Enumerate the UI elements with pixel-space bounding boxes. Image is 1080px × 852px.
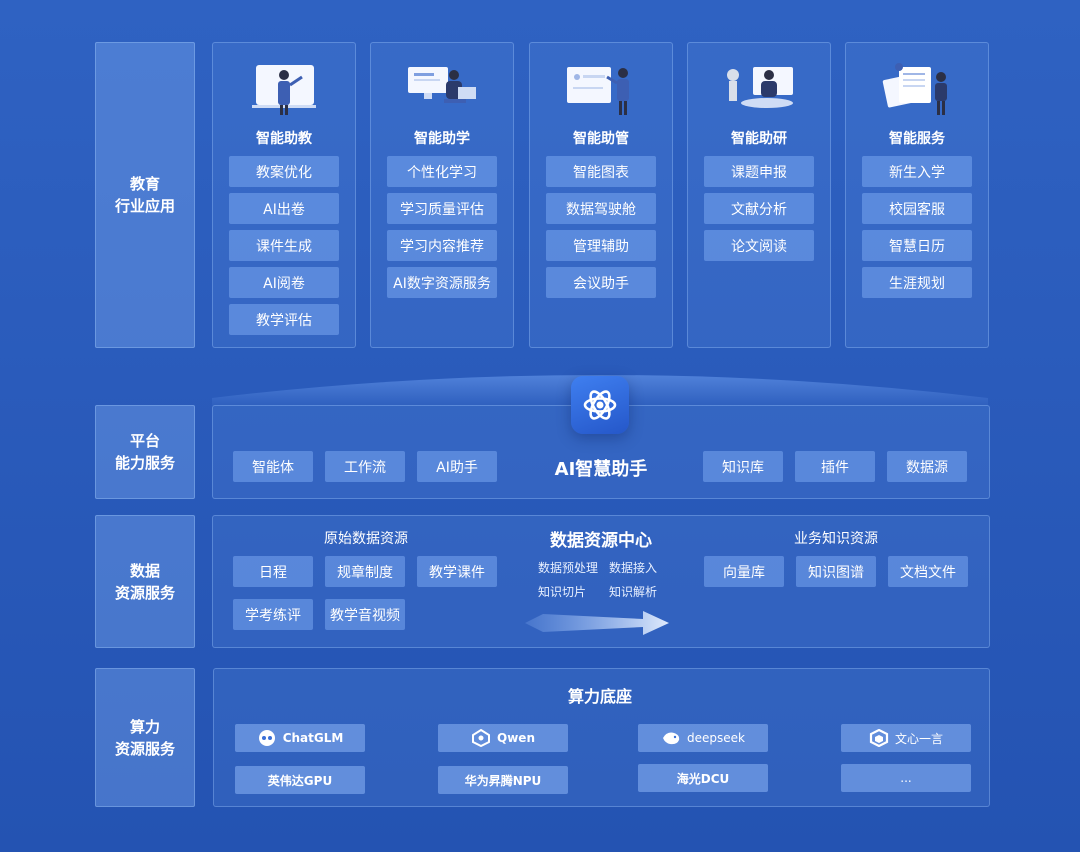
- deepseek-whale-icon: [663, 732, 680, 745]
- layer-label-data: 数据 资源服务: [95, 515, 195, 648]
- app-column-smart-service: 智能服务 新生入学 校园客服 智慧日历 生涯规划: [845, 42, 989, 348]
- process-step: 数据预处理: [538, 561, 599, 575]
- raw-data-item[interactable]: 学考练评: [233, 599, 313, 630]
- model-name: ChatGLM: [282, 731, 344, 745]
- chatglm-logo-icon: [258, 730, 275, 746]
- app-column-title: 智能助研: [731, 131, 787, 147]
- app-item[interactable]: 课件生成: [229, 230, 339, 261]
- ai-assistant-logo: [571, 376, 629, 434]
- biz-knowledge-item[interactable]: 向量库: [704, 556, 784, 587]
- model-wenxin[interactable]: 文心一言: [841, 724, 971, 752]
- hardware-item[interactable]: 华为昇腾NPU: [438, 766, 568, 794]
- hardware-item[interactable]: ...: [841, 764, 971, 792]
- process-step: 数据接入: [609, 561, 658, 575]
- layer-label-line2: 资源服务: [114, 583, 175, 602]
- app-item[interactable]: 论文阅读: [704, 230, 814, 261]
- app-item[interactable]: 文献分析: [704, 193, 814, 224]
- biz-knowledge-item[interactable]: 文档文件: [888, 556, 968, 587]
- app-column-research-assistant: 智能助研 课题申报 文献分析 论文阅读: [687, 42, 831, 348]
- model-chatglm[interactable]: ChatGLM: [235, 724, 365, 752]
- compute-panel: 算力底座 ChatGLM Qwen deepseek 文心一言 英伟达GPU 华…: [213, 668, 990, 807]
- app-column-title: 智能助教: [256, 131, 312, 147]
- layer-label-line1: 数据: [129, 561, 160, 580]
- app-item[interactable]: AI出卷: [229, 193, 339, 224]
- model-deepseek[interactable]: deepseek: [638, 724, 768, 752]
- layer-label-line2: 能力服务: [114, 454, 175, 472]
- platform-right-item[interactable]: 插件: [795, 451, 875, 482]
- app-column-learning-assistant: 智能助学 个性化学习 学习质量评估 学习内容推荐 AI数字资源服务: [370, 42, 514, 348]
- platform-left-item[interactable]: 智能体: [233, 451, 313, 482]
- app-column-title: 智能助学: [414, 131, 470, 147]
- app-item[interactable]: 学习内容推荐: [387, 230, 497, 261]
- compute-title: 算力底座: [567, 687, 632, 706]
- app-item[interactable]: 校园客服: [862, 193, 972, 224]
- app-item[interactable]: 智能图表: [546, 156, 656, 187]
- app-column-title: 智能服务: [889, 131, 945, 147]
- app-item[interactable]: 学习质量评估: [387, 193, 497, 224]
- platform-right-item[interactable]: 知识库: [703, 451, 783, 482]
- platform-left-item[interactable]: AI助手: [417, 451, 497, 482]
- platform-right-item[interactable]: 数据源: [887, 451, 967, 482]
- app-item[interactable]: 教学评估: [229, 304, 339, 335]
- app-item[interactable]: 会议助手: [546, 267, 656, 298]
- layer-label-line1: 教育: [129, 175, 160, 193]
- process-step: 知识解析: [609, 585, 658, 599]
- qwen-logo-icon: [472, 729, 491, 747]
- app-item[interactable]: AI阅卷: [229, 267, 339, 298]
- raw-data-title: 原始数据资源: [324, 531, 408, 547]
- wenxin-logo-icon: [869, 729, 889, 747]
- data-center-title: 数据资源中心: [550, 531, 652, 551]
- model-name: deepseek: [687, 731, 745, 745]
- app-item[interactable]: 生涯规划: [862, 267, 972, 298]
- biz-knowledge-item[interactable]: 知识图谱: [796, 556, 876, 587]
- app-column-title: 智能助管: [573, 131, 629, 147]
- model-name: 文心一言: [894, 731, 943, 746]
- layer-label-line1: 算力: [129, 717, 160, 736]
- raw-data-item[interactable]: 教学课件: [417, 556, 497, 587]
- app-item[interactable]: 个性化学习: [387, 156, 497, 187]
- process-step: 知识切片: [538, 585, 587, 599]
- service-documents-icon: [882, 63, 947, 115]
- teacher-board-icon: [252, 65, 316, 115]
- raw-data-item[interactable]: 日程: [233, 556, 313, 587]
- biz-knowledge-title: 业务知识资源: [794, 531, 878, 547]
- app-item[interactable]: 智慧日历: [862, 230, 972, 261]
- app-item[interactable]: 教案优化: [229, 156, 339, 187]
- layer-label-line2: 资源服务: [114, 739, 175, 758]
- data-resource-panel: 原始数据资源 日程 规章制度 教学课件 学考练评 教学音视频 数据资源中心 数据…: [212, 515, 990, 648]
- model-qwen[interactable]: Qwen: [438, 724, 568, 752]
- app-item[interactable]: AI数字资源服务: [387, 267, 497, 298]
- student-computer-icon: [408, 67, 476, 103]
- platform-title: AI智慧助手: [554, 459, 648, 480]
- app-item[interactable]: 数据驾驶舱: [546, 193, 656, 224]
- app-item[interactable]: 课题申报: [704, 156, 814, 187]
- app-item[interactable]: 管理辅助: [546, 230, 656, 261]
- layer-label-line2: 行业应用: [114, 197, 175, 215]
- raw-data-item[interactable]: 规章制度: [325, 556, 405, 587]
- app-column-management-assistant: 智能助管 智能图表 数据驾驶舱 管理辅助 会议助手: [529, 42, 673, 348]
- layer-label-platform: 平台 能力服务: [95, 405, 195, 499]
- researcher-desk-icon: [727, 67, 793, 108]
- layer-label-education: 教育 行业应用: [95, 42, 195, 348]
- model-name: Qwen: [497, 731, 535, 745]
- atom-icon: [583, 390, 617, 420]
- layer-label-compute: 算力 资源服务: [95, 668, 195, 807]
- platform-left-item[interactable]: 工作流: [325, 451, 405, 482]
- flow-arrow-icon: [525, 611, 669, 635]
- app-item[interactable]: 新生入学: [862, 156, 972, 187]
- hardware-item[interactable]: 海光DCU: [638, 764, 768, 792]
- hardware-item[interactable]: 英伟达GPU: [235, 766, 365, 794]
- raw-data-item[interactable]: 教学音视频: [325, 599, 405, 630]
- layer-label-line1: 平台: [129, 432, 160, 450]
- presenter-screen-icon: [567, 67, 629, 115]
- app-column-teaching-assistant: 智能助教 教案优化 AI出卷 课件生成 AI阅卷 教学评估: [212, 42, 356, 348]
